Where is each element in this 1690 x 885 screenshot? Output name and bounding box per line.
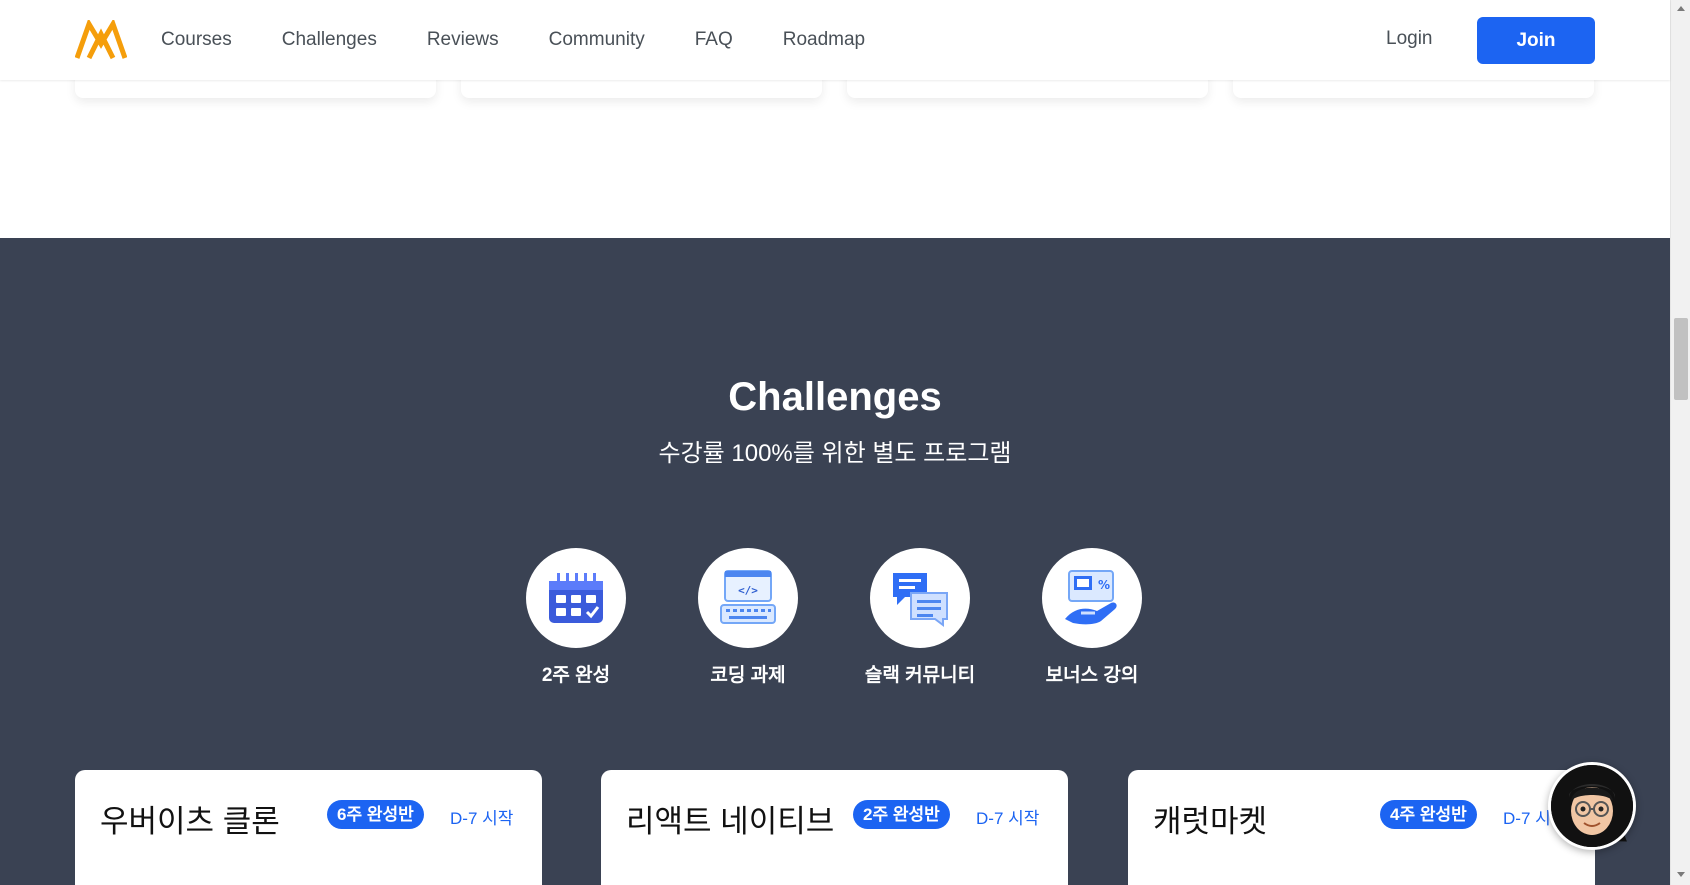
course-start: D-7 시작 <box>976 809 1040 828</box>
nav-reviews[interactable]: Reviews <box>427 29 499 51</box>
course-card-carrot-market[interactable]: 캐럿마켓 4주 완성반 D-7 시작 <box>1128 770 1595 885</box>
feature-label: 2주 완성 <box>541 665 611 686</box>
code-keyboard-icon: </> <box>698 548 798 648</box>
feature-label: 보너스 강의 <box>1045 665 1139 686</box>
mountain-logo-icon[interactable] <box>74 18 128 60</box>
course-title: 우버이츠 클론 <box>100 804 280 839</box>
bonus-hand-icon: % <box>1042 548 1142 648</box>
chat-avatar-button[interactable] <box>1548 762 1636 850</box>
course-title: 리액트 네이티브 <box>626 804 835 839</box>
course-title: 캐럿마켓 <box>1153 804 1268 839</box>
section-subtitle: 수강률 100%를 위한 별도 프로그램 <box>658 440 1012 467</box>
course-card-uber-eats[interactable]: 우버이츠 클론 6주 완성반 D-7 시작 <box>75 770 542 885</box>
nav-courses[interactable]: Courses <box>161 29 232 51</box>
main-nav: Courses Challenges Reviews Community FAQ… <box>161 0 915 80</box>
svg-text:%: % <box>1098 578 1110 592</box>
feature-coding: </> 코딩 과제 <box>678 548 818 687</box>
svg-text:</>: </> <box>738 584 758 597</box>
site-header: Courses Challenges Reviews Community FAQ… <box>0 0 1670 80</box>
feature-label: 슬랙 커뮤니티 <box>864 665 976 686</box>
nav-faq[interactable]: FAQ <box>695 29 733 51</box>
scroll-up-arrow-icon[interactable] <box>1677 6 1685 11</box>
login-link[interactable]: Login <box>1386 28 1433 50</box>
scrollbar-thumb[interactable] <box>1674 318 1688 400</box>
calendar-icon <box>526 548 626 648</box>
course-badge: 4주 완성반 <box>1380 800 1477 829</box>
nav-community[interactable]: Community <box>549 29 645 51</box>
challenges-section: Challenges 수강률 100%를 위한 별도 프로그램 2주 완성 </… <box>0 238 1670 885</box>
nav-roadmap[interactable]: Roadmap <box>783 29 865 51</box>
course-start: D-7 시작 <box>450 809 514 828</box>
page-scrollbar[interactable] <box>1670 0 1690 885</box>
join-button[interactable]: Join <box>1477 17 1595 64</box>
chat-bubbles-icon <box>870 548 970 648</box>
feature-slack: 슬랙 커뮤니티 <box>850 548 990 687</box>
feature-two-weeks: 2주 완성 <box>506 548 646 687</box>
scroll-down-arrow-icon[interactable] <box>1677 872 1685 877</box>
course-badge: 6주 완성반 <box>327 800 424 829</box>
course-card-react-native[interactable]: 리액트 네이티브 2주 완성반 D-7 시작 <box>601 770 1068 885</box>
avatar-icon <box>1551 765 1633 847</box>
course-badge: 2주 완성반 <box>853 800 950 829</box>
nav-challenges[interactable]: Challenges <box>282 29 377 51</box>
feature-label: 코딩 과제 <box>710 665 786 686</box>
section-title: Challenges <box>728 375 942 419</box>
feature-bonus: % 보너스 강의 <box>1022 548 1162 687</box>
